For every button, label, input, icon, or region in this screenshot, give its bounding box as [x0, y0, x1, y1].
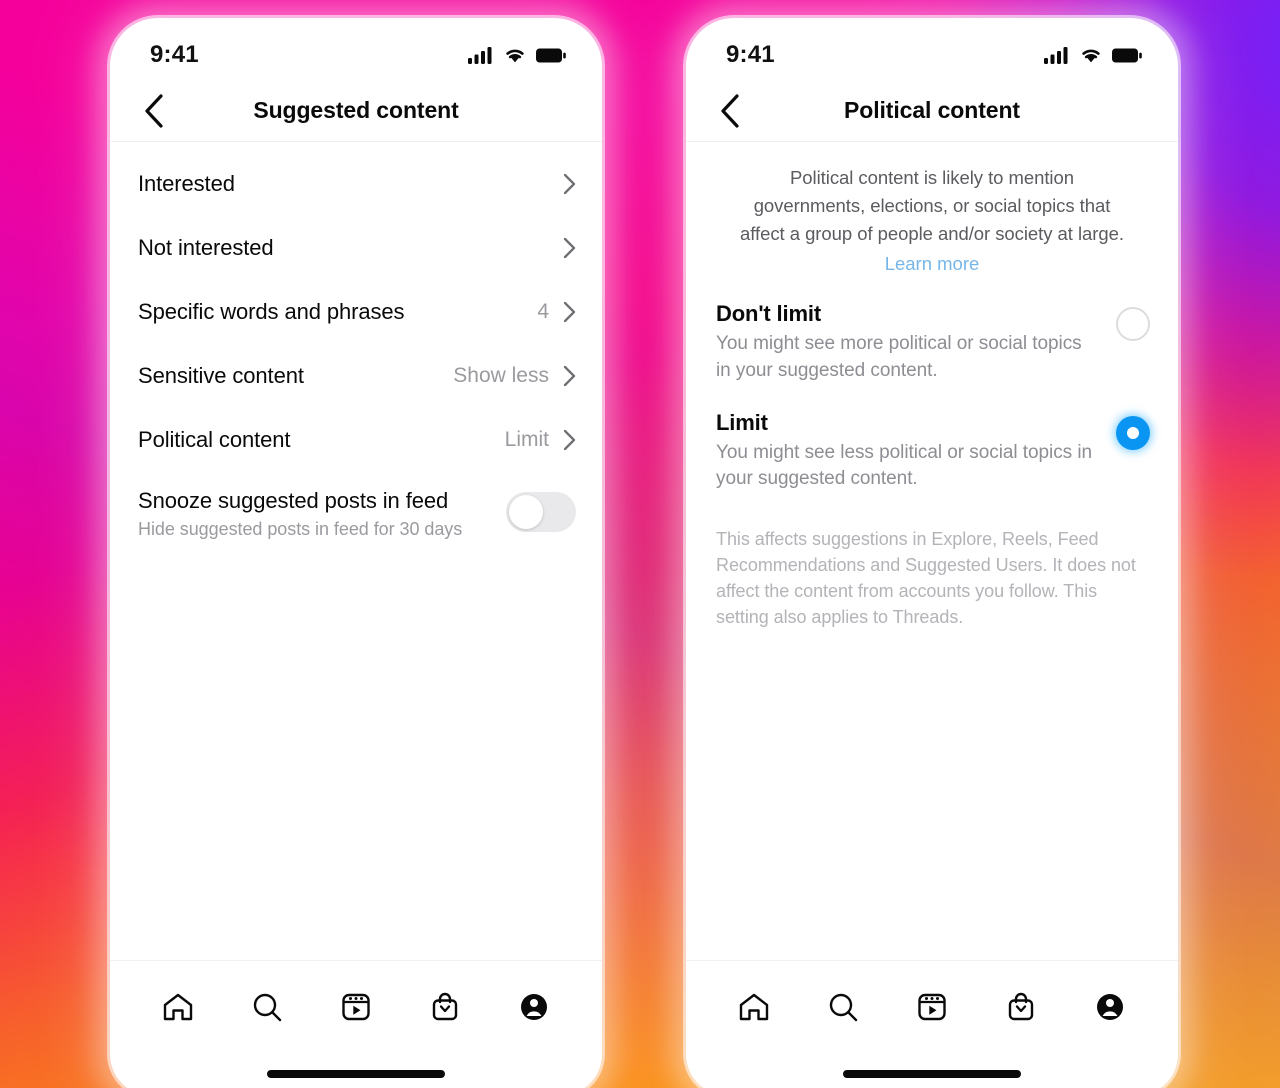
content-spacer-right — [686, 631, 1178, 960]
status-time: 9:41 — [150, 41, 199, 68]
tab-search[interactable] — [239, 979, 295, 1035]
battery-icon — [536, 48, 566, 62]
radio-dont-limit[interactable] — [1116, 307, 1150, 342]
status-icons — [468, 46, 566, 64]
row-label: Not interested — [138, 235, 274, 260]
snooze-subtitle: Hide suggested posts in feed for 30 days — [138, 519, 463, 539]
home-indicator[interactable] — [267, 1070, 445, 1078]
tab-bar-right — [686, 960, 1178, 1052]
option-description: You might see less political or social t… — [716, 441, 1093, 489]
tab-bar-left — [110, 960, 602, 1052]
phone-political-content: 9:41 Political content Political content… — [686, 18, 1178, 1088]
nav-header-right: Political content — [686, 80, 1178, 142]
option-title: Limit — [716, 409, 768, 435]
reels-icon — [918, 993, 946, 1020]
row-not-interested[interactable]: Not interested — [110, 216, 602, 280]
chevron-right-icon — [563, 301, 576, 323]
option-description: You might see more political or social t… — [716, 333, 1082, 381]
learn-more-link[interactable]: Learn more — [885, 253, 980, 275]
option-limit[interactable]: Limit You might see less political or so… — [686, 384, 1178, 492]
tab-reels[interactable] — [904, 979, 960, 1035]
back-button[interactable] — [134, 91, 174, 131]
cellular-signal-icon — [468, 47, 492, 64]
political-content-intro: Political content is likely to mention g… — [686, 142, 1178, 275]
political-content-footnote: This affects suggestions in Explore, Ree… — [716, 529, 1136, 628]
snooze-toggle[interactable] — [506, 492, 576, 532]
cellular-signal-icon — [1044, 47, 1068, 64]
row-snooze-suggested-posts[interactable]: Snooze suggested posts in feed Hide sugg… — [110, 472, 602, 540]
battery-icon — [1112, 48, 1142, 62]
instagram-gradient-background: 9:41 Suggested content Interested Not in… — [0, 0, 1280, 1088]
row-interested[interactable]: Interested — [110, 152, 602, 216]
snooze-title: Snooze suggested posts in feed — [138, 488, 449, 513]
row-value: Limit — [504, 428, 549, 451]
profile-icon — [520, 993, 547, 1020]
home-icon — [740, 993, 769, 1020]
row-label: Interested — [138, 171, 235, 196]
status-time: 9:41 — [726, 41, 775, 68]
home-icon — [164, 993, 193, 1020]
row-label: Sensitive content — [138, 363, 304, 388]
wifi-icon — [1082, 49, 1100, 63]
chevron-right-icon — [563, 429, 576, 451]
wifi-icon — [506, 49, 524, 63]
row-value: 4 — [537, 300, 549, 323]
toggle-knob — [509, 495, 543, 529]
chevron-right-icon — [563, 237, 576, 259]
search-icon — [253, 993, 282, 1021]
phone-suggested-content: 9:41 Suggested content Interested Not in… — [110, 18, 602, 1088]
option-title: Don't limit — [716, 301, 822, 327]
home-indicator-wrap-left — [110, 1052, 602, 1088]
search-icon — [829, 993, 858, 1021]
option-dont-limit[interactable]: Don't limit You might see more political… — [686, 275, 1178, 383]
content-spacer-left — [110, 540, 602, 960]
row-label: Political content — [138, 427, 291, 452]
row-sensitive-content[interactable]: Sensitive content Show less — [110, 344, 602, 408]
status-icons — [1044, 46, 1142, 64]
tab-profile[interactable] — [1082, 979, 1138, 1035]
shop-icon — [1008, 992, 1033, 1020]
tab-home[interactable] — [150, 979, 206, 1035]
status-bar-left: 9:41 — [110, 18, 602, 80]
chevron-right-icon — [563, 173, 576, 195]
intro-text: Political content is likely to mention g… — [740, 167, 1124, 245]
radio-limit[interactable] — [1116, 415, 1150, 450]
row-political-content[interactable]: Political content Limit — [110, 408, 602, 472]
tab-shop[interactable] — [417, 979, 473, 1035]
back-chevron-icon — [145, 93, 163, 128]
back-button[interactable] — [710, 91, 750, 131]
tab-home[interactable] — [726, 979, 782, 1035]
suggested-content-list: Interested Not interested Specific words… — [110, 142, 602, 540]
back-chevron-icon — [721, 93, 739, 128]
status-bar-right: 9:41 — [686, 18, 1178, 80]
row-value: Show less — [453, 364, 549, 387]
home-indicator[interactable] — [843, 1070, 1021, 1078]
reels-icon — [342, 993, 370, 1020]
shop-icon — [432, 992, 457, 1020]
tab-reels[interactable] — [328, 979, 384, 1035]
page-title: Suggested content — [253, 97, 459, 123]
tab-shop[interactable] — [993, 979, 1049, 1035]
row-specific-words-and-phrases[interactable]: Specific words and phrases 4 — [110, 280, 602, 344]
chevron-right-icon — [563, 365, 576, 387]
home-indicator-wrap-right — [686, 1052, 1178, 1088]
tab-profile[interactable] — [506, 979, 562, 1035]
profile-icon — [1096, 993, 1123, 1020]
page-title: Political content — [844, 97, 1020, 123]
row-label: Specific words and phrases — [138, 299, 405, 324]
nav-header-left: Suggested content — [110, 80, 602, 142]
tab-search[interactable] — [815, 979, 871, 1035]
